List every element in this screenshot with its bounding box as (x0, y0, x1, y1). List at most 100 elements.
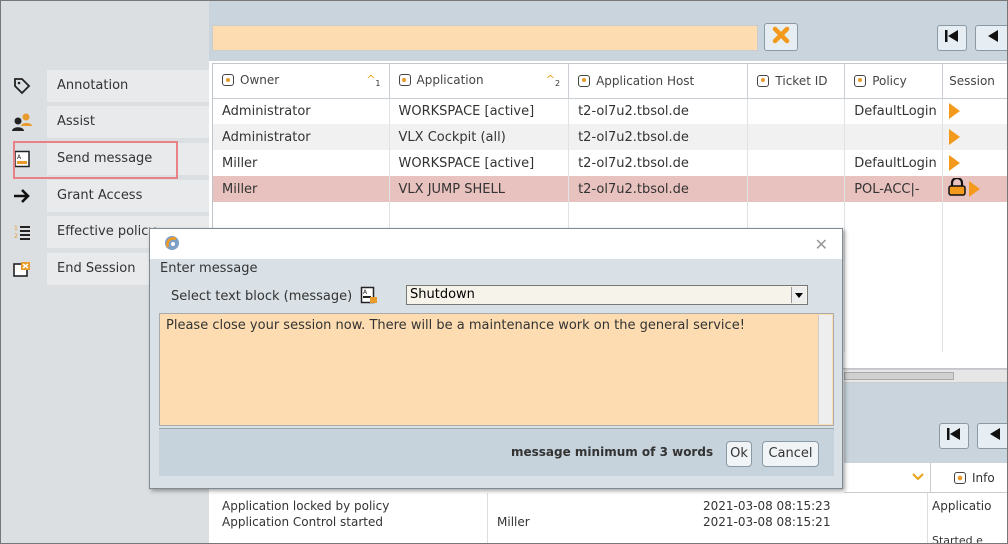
table-row[interactable]: Administrator VLX Cockpit (all) t2-ol7u2… (213, 124, 1007, 150)
close-icon (772, 26, 790, 48)
users-icon (11, 111, 33, 133)
cell-application: WORKSPACE [active] (389, 98, 570, 124)
column-toggle-icon (578, 74, 591, 87)
sidebar-item-assist[interactable]: Assist (11, 106, 209, 138)
cell-policy: DefaultLogin (844, 150, 944, 176)
column-header-policy[interactable]: Policy (844, 64, 944, 99)
close-icon[interactable]: ✕ (815, 235, 828, 254)
cell-owner: Administrator (213, 124, 390, 150)
sidebar-item-grant-access[interactable]: Grant Access (11, 180, 209, 212)
log-table: Application locked by policy 2021-03-08 … (212, 493, 1007, 543)
cell-owner: Miller (213, 150, 390, 176)
word-count-hint: message minimum of 3 words (511, 445, 714, 459)
cell-owner: Administrator (213, 98, 390, 124)
chevron-down-icon[interactable] (795, 293, 803, 298)
cell-ticket (747, 98, 846, 124)
svg-text:2: 2 (14, 233, 18, 240)
cell-session[interactable] (942, 176, 1007, 202)
column-header-owner[interactable]: Owner ^1 (213, 64, 390, 99)
log-row[interactable]: Application Control started Miller 2021-… (212, 514, 1007, 530)
play-icon[interactable] (949, 103, 961, 120)
column-toggle-icon (854, 74, 867, 87)
previous-icon (985, 29, 1001, 47)
highlight-box (13, 141, 178, 179)
dialog-heading: Enter message (160, 261, 258, 276)
first-page-icon (946, 427, 962, 445)
table-row[interactable]: Administrator WORKSPACE [active] t2-ol7u… (213, 98, 1007, 124)
tag-icon (11, 75, 33, 97)
log-previous-page-button[interactable] (977, 423, 1007, 449)
previous-page-button[interactable] (975, 25, 1007, 51)
sort-indicator: ^2 (545, 73, 561, 89)
play-icon[interactable] (949, 155, 961, 171)
previous-icon (987, 427, 1003, 445)
cell-application: VLX Cockpit (all) (389, 124, 570, 150)
text-block-select[interactable]: Shutdown (406, 285, 808, 305)
column-toggle-icon (222, 74, 234, 87)
cell-session[interactable] (942, 150, 1007, 176)
play-icon[interactable] (949, 129, 961, 145)
log-row[interactable]: Started e (212, 533, 1007, 543)
first-page-button[interactable] (937, 25, 967, 51)
dialog-footer: message minimum of 3 words Ok Cancel (159, 428, 834, 476)
cell-host: t2-ol7u2.tbsol.de (568, 176, 749, 202)
play-icon[interactable] (969, 181, 981, 197)
log-message: Application locked by policy (222, 499, 390, 513)
cell-session[interactable] (942, 98, 1007, 124)
sidebar-item-annotation[interactable]: Annotation (11, 70, 209, 102)
sidebar-item-label: Grant Access (47, 180, 209, 212)
sidebar-item-label: Assist (47, 106, 209, 138)
ok-button[interactable]: Ok (726, 441, 752, 467)
chevron-down-icon[interactable] (912, 471, 924, 486)
column-header-ticket-id[interactable]: Ticket ID (747, 64, 846, 99)
lock-icon (947, 176, 969, 200)
message-textarea[interactable]: Please close your session now. There wil… (159, 313, 834, 426)
sort-indicator: ^1 (366, 73, 381, 89)
dialog-titlebar[interactable]: ✕ (150, 229, 842, 259)
log-message: Application Control started (222, 515, 384, 529)
cell-ticket (747, 176, 846, 202)
svg-text:1: 1 (14, 225, 18, 232)
log-toolbar (844, 383, 1007, 463)
table-row[interactable]: Miller WORKSPACE [active] t2-ol7u2.tbsol… (213, 150, 1007, 176)
end-session-icon (11, 258, 33, 280)
cell-policy: POL-ACC|- (844, 176, 944, 202)
log-time: 2021-03-08 08:15:21 (703, 515, 831, 529)
cell-owner: Miller (213, 176, 390, 202)
cancel-button[interactable]: Cancel (762, 441, 819, 467)
log-row[interactable]: Application locked by policy 2021-03-08 … (212, 498, 1007, 514)
log-first-page-button[interactable] (939, 423, 969, 449)
column-header-info[interactable]: Info (954, 471, 995, 485)
log-header: Info (844, 463, 1007, 493)
column-header-application[interactable]: Application ^2 (389, 64, 570, 99)
numbered-list-icon: 12 (11, 221, 33, 243)
horizontal-scrollbar[interactable] (844, 369, 1007, 383)
first-page-icon (944, 29, 960, 47)
cell-ticket (747, 124, 846, 150)
cell-application: WORKSPACE [active] (389, 150, 570, 176)
app-window: Annotation Assist A Send message Grant A… (0, 0, 1008, 544)
scrollbar-thumb[interactable] (844, 372, 954, 380)
column-toggle-icon (398, 74, 411, 87)
clear-filter-button[interactable] (764, 23, 798, 51)
column-header-session[interactable]: Session (942, 64, 1007, 99)
cell-ticket (747, 150, 846, 176)
message-template-icon[interactable]: A (360, 286, 378, 308)
send-message-dialog: ✕ Enter message Select text block (messa… (149, 228, 843, 489)
text-block-label: Select text block (message) A (171, 286, 378, 308)
log-info: Applicatio (932, 499, 992, 513)
column-toggle-icon (954, 472, 966, 484)
filter-input[interactable] (212, 25, 758, 51)
app-logo-icon (164, 235, 180, 255)
table-row-selected[interactable]: Miller VLX JUMP SHELL t2-ol7u2.tbsol.de … (213, 176, 1007, 202)
cell-application: VLX JUMP SHELL (389, 176, 570, 202)
log-time: 2021-03-08 08:15:23 (703, 499, 831, 513)
cell-session[interactable] (942, 124, 1007, 150)
arrow-right-icon (11, 185, 33, 207)
column-header-application-host[interactable]: Application Host (568, 64, 749, 99)
cell-policy (844, 124, 944, 150)
vertical-scrollbar[interactable] (818, 315, 832, 424)
divider (930, 463, 931, 493)
filter-bar (209, 1, 1007, 61)
sidebar-item-label: Annotation (47, 70, 209, 102)
